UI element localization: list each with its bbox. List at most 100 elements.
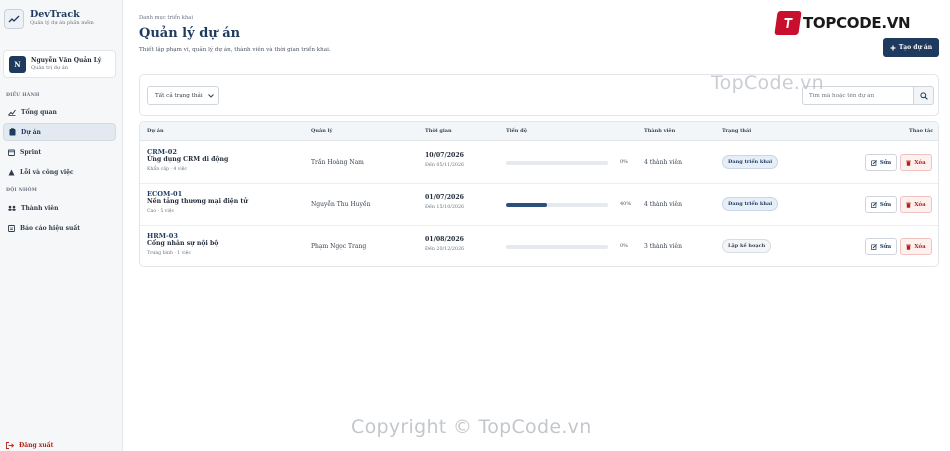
project-manager: Nguyễn Thu Huyền xyxy=(311,201,371,208)
watermark-copyright: Copyright © TopCode.vn xyxy=(351,416,592,438)
user-card[interactable]: N Nguyễn Văn Quản Lý Quản trị dự án xyxy=(3,50,116,78)
brand[interactable]: DevTrack Quản lý dự án phần mềm xyxy=(4,9,94,29)
start-date: 10/07/2026 xyxy=(425,152,464,159)
search-icon xyxy=(919,91,928,100)
page-description: Thiết lập phạm vi, quản lý dự án, thành … xyxy=(139,47,331,53)
progress-percent: 40% xyxy=(620,201,632,207)
breadcrumb: Danh mục triển khai xyxy=(139,15,194,21)
page-title: Quản lý dự án xyxy=(139,26,241,41)
member-count: 4 thành viên xyxy=(644,201,682,208)
status-filter-value: Tất cả trạng thái xyxy=(155,92,203,99)
delete-button[interactable]: Xóa xyxy=(900,154,932,171)
calendar-icon xyxy=(8,149,15,156)
app-window: DevTrack Quản lý dự án phần mềm N Nguyễn… xyxy=(0,0,950,451)
project-meta: Trung bình · 1 việc xyxy=(147,251,192,256)
column-header-actions: Thao tác xyxy=(909,128,934,134)
progress-percent: 0% xyxy=(620,243,628,249)
project-code[interactable]: HRM-03 xyxy=(147,232,178,240)
chart-line-icon xyxy=(4,9,24,29)
member-count: 3 thành viên xyxy=(644,243,682,250)
project-name: Cổng nhân sự nội bộ xyxy=(147,240,219,247)
delete-label: Xóa xyxy=(914,243,926,250)
delete-button[interactable]: Xóa xyxy=(900,238,932,255)
create-project-label: Tạo dự án xyxy=(898,44,933,51)
edit-button[interactable]: Sửa xyxy=(865,196,897,213)
trash-icon xyxy=(906,202,912,208)
edit-label: Sửa xyxy=(879,201,892,208)
watermark-center: TopCode.vn xyxy=(711,72,825,94)
status-filter-select[interactable]: Tất cả trạng thái xyxy=(147,86,219,105)
user-name: Nguyễn Văn Quản Lý xyxy=(31,56,102,64)
sidebar-item-overview[interactable]: Tổng quan xyxy=(3,103,116,121)
create-project-button[interactable]: Tạo dự án xyxy=(883,38,939,57)
nav-group-manage: ĐIỀU HÀNH xyxy=(6,93,40,98)
table-row: ECOM-01 Nền tảng thương mại điện tử Cao … xyxy=(140,184,938,226)
delete-button[interactable]: Xóa xyxy=(900,196,932,213)
column-header-progress: Tiến độ xyxy=(506,128,528,134)
logout-icon xyxy=(6,442,14,449)
sidebar-item-projects[interactable]: Dự án xyxy=(3,123,116,141)
project-name: Nền tảng thương mại điện tử xyxy=(147,198,248,205)
trash-icon xyxy=(906,244,912,250)
edit-button[interactable]: Sửa xyxy=(865,238,897,255)
end-date: Đến 05/11/2026 xyxy=(425,163,465,168)
progress-percent: 0% xyxy=(620,159,628,165)
table-row: CRM-02 Ứng dụng CRM di động Khẩn cấp · 4… xyxy=(140,142,938,184)
end-date: Đến 20/12/2026 xyxy=(425,247,465,252)
project-meta: Khẩn cấp · 4 việc xyxy=(147,167,188,172)
project-name: Ứng dụng CRM di động xyxy=(147,156,229,163)
column-header-members: Thành viên xyxy=(644,128,676,134)
plus-icon xyxy=(890,45,896,50)
sidebar-item-label: Dự án xyxy=(21,128,41,136)
sidebar-item-label: Sprint xyxy=(20,148,42,156)
trash-icon xyxy=(906,160,912,166)
edit-button[interactable]: Sửa xyxy=(865,154,897,171)
chevron-down-icon xyxy=(208,94,214,98)
sidebar-item-reports[interactable]: Báo cáo hiệu suất xyxy=(3,219,116,237)
edit-icon xyxy=(870,159,877,166)
brand-title: DevTrack xyxy=(30,9,80,20)
project-code[interactable]: CRM-02 xyxy=(147,148,177,156)
delete-label: Xóa xyxy=(914,201,926,208)
bug-icon xyxy=(8,169,15,175)
column-header-time: Thời gian xyxy=(425,128,452,134)
status-badge: Đang triển khai xyxy=(722,197,779,211)
edit-label: Sửa xyxy=(879,243,892,250)
table-header: Dự án Quản lý Thời gian Tiến độ Thành vi… xyxy=(140,122,938,141)
topcode-logo-mark-icon xyxy=(774,11,802,35)
sidebar: DevTrack Quản lý dự án phần mềm N Nguyễn… xyxy=(0,0,123,451)
sidebar-item-issues[interactable]: Lỗi và công việc xyxy=(3,163,116,181)
column-header-status: Trạng thái xyxy=(722,128,752,134)
edit-icon xyxy=(870,243,877,250)
sidebar-item-members[interactable]: Thành viên xyxy=(3,199,116,217)
sidebar-item-label: Tổng quan xyxy=(21,108,57,116)
logout-button[interactable]: Đăng xuất xyxy=(6,442,53,449)
status-badge: Đang triển khai xyxy=(722,155,779,169)
projects-table: Dự án Quản lý Thời gian Tiến độ Thành vi… xyxy=(139,121,939,267)
chart-line-icon xyxy=(8,109,16,116)
column-header-manager: Quản lý xyxy=(311,128,333,134)
project-manager: Phạm Ngọc Trang xyxy=(311,243,367,250)
search-button[interactable] xyxy=(914,86,934,105)
member-count: 4 thành viên xyxy=(644,159,682,166)
progress-bar xyxy=(506,161,608,165)
avatar: N xyxy=(9,55,26,73)
status-badge: Lập kế hoạch xyxy=(722,239,772,253)
brand-subtitle: Quản lý dự án phần mềm xyxy=(30,20,94,26)
progress-bar xyxy=(506,203,608,207)
project-manager: Trần Hoàng Nam xyxy=(311,159,364,166)
project-code[interactable]: ECOM-01 xyxy=(147,190,182,198)
edit-icon xyxy=(870,201,877,208)
column-header-project: Dự án xyxy=(147,128,164,134)
topcode-logo: TOPCODE.VN xyxy=(774,11,911,35)
sidebar-item-sprint[interactable]: Sprint xyxy=(3,143,116,161)
end-date: Đến 15/10/2026 xyxy=(425,205,465,210)
users-icon xyxy=(8,205,16,211)
topcode-logo-text: TOPCODE.VN xyxy=(803,14,911,32)
edit-label: Sửa xyxy=(879,159,892,166)
table-row: HRM-03 Cổng nhân sự nội bộ Trung bình · … xyxy=(140,226,938,266)
report-icon xyxy=(8,224,15,232)
project-meta: Cao · 5 việc xyxy=(147,209,175,214)
delete-label: Xóa xyxy=(914,159,926,166)
start-date: 01/07/2026 xyxy=(425,194,464,201)
